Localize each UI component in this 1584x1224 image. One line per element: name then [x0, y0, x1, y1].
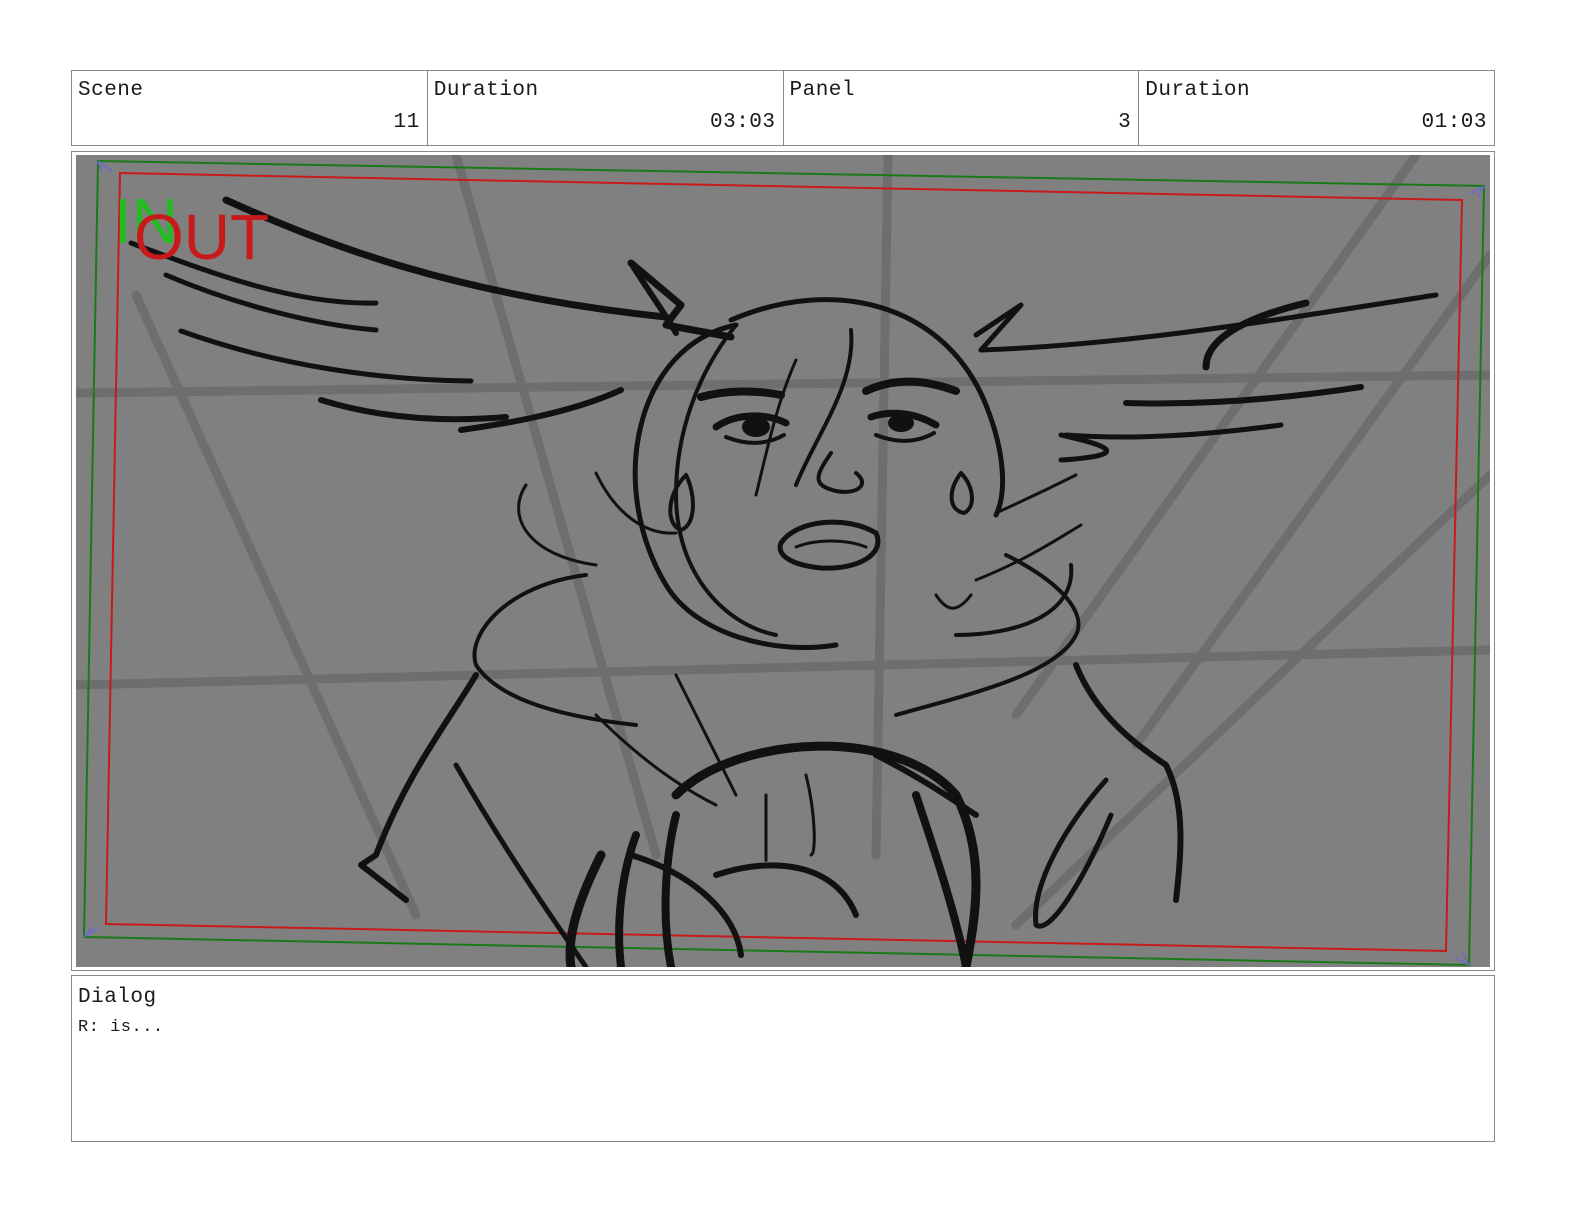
scene-label: Scene: [78, 79, 144, 102]
panel-duration-cell: Duration 01:03: [1139, 71, 1494, 145]
scene-number: 11: [393, 111, 420, 134]
scene-duration-cell: Duration 03:03: [428, 71, 784, 145]
panel-image: IN OUT: [76, 155, 1490, 967]
out-marker: OUT: [134, 201, 269, 273]
storyboard-header: Scene 11 Duration 03:03 Panel 3 Duration…: [71, 70, 1495, 146]
panel-label: Panel: [789, 79, 856, 102]
dialog-label: Dialog: [78, 986, 157, 1009]
frame-corner-markers: [83, 160, 1485, 966]
panel-number: 3: [1118, 111, 1132, 134]
out-frame: [104, 171, 1464, 953]
dialog-text: R: is...: [78, 1018, 164, 1037]
panel-duration-label: Duration: [1145, 79, 1251, 102]
scene-duration-label: Duration: [433, 79, 539, 102]
in-frame: [82, 159, 1486, 967]
storyboard-sketch: IN OUT: [76, 155, 1490, 967]
character-drawing: [128, 196, 1439, 967]
dialog-box: Dialog R: is...: [71, 975, 1495, 1142]
panel-frame: IN OUT: [71, 151, 1495, 971]
panel-duration-value: 01:03: [1421, 111, 1487, 134]
scene-duration-value: 03:03: [709, 111, 776, 134]
scene-cell: Scene 11: [72, 71, 428, 145]
panel-cell: Panel 3: [784, 71, 1140, 145]
